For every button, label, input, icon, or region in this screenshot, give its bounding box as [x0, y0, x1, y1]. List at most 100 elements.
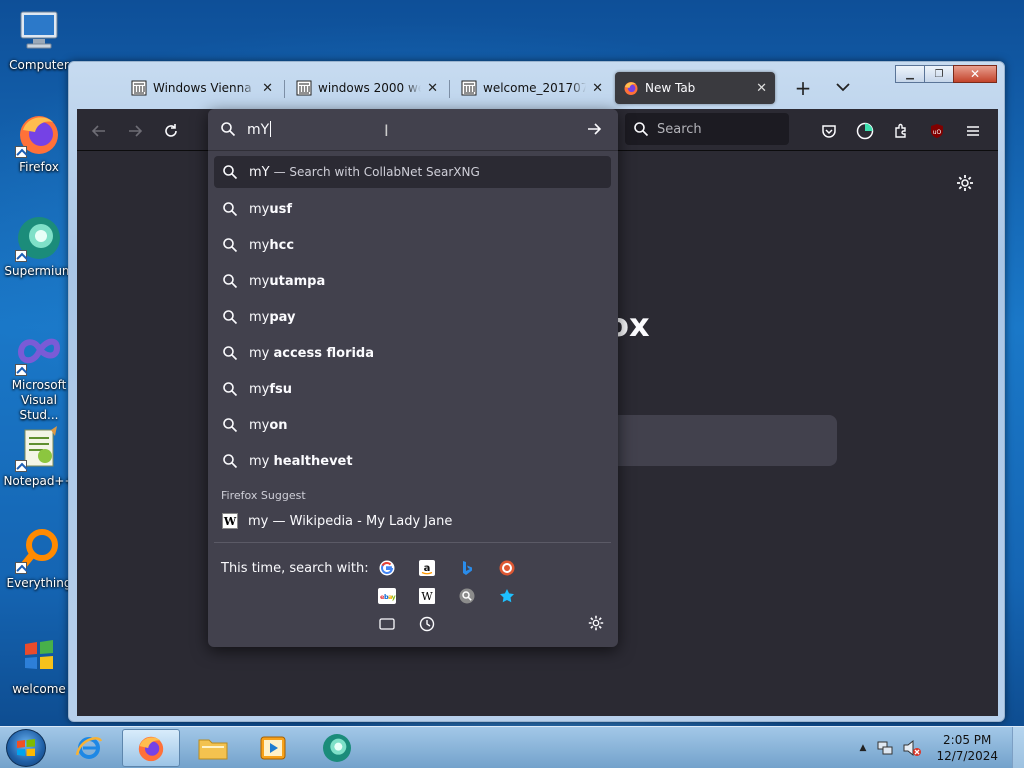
- account-sync-button[interactable]: [851, 117, 879, 145]
- show-hidden-icons-button[interactable]: ▲: [860, 743, 867, 753]
- search-suggestion[interactable]: my on: [214, 409, 611, 441]
- duckduckgo-icon: [499, 560, 515, 576]
- tab-separator: [449, 80, 450, 98]
- close-tab-icon[interactable]: ✕: [427, 81, 438, 96]
- desktop-icon-notepadpp[interactable]: Notepad++: [2, 424, 76, 489]
- desktop-icon-firefox[interactable]: Firefox: [2, 110, 76, 175]
- windows-logo-icon: [17, 739, 35, 756]
- engine-searx-button[interactable]: [457, 586, 477, 606]
- tab-windows-vienna[interactable]: Windows Vienna Ul ✕: [123, 72, 281, 104]
- forward-arrow-icon: [129, 125, 143, 137]
- close-tab-icon[interactable]: ✕: [592, 81, 603, 96]
- close-tab-icon[interactable]: ✕: [262, 81, 273, 96]
- taskbar-file-explorer[interactable]: [184, 729, 242, 767]
- extensions-button[interactable]: [887, 117, 915, 145]
- address-bar[interactable]: mY I: [208, 109, 618, 151]
- search-suggestion[interactable]: my utampa: [214, 265, 611, 297]
- engine-ebay-button[interactable]: ebay: [377, 586, 397, 606]
- suggestion-completion: fsu: [269, 381, 293, 397]
- pocket-button[interactable]: [815, 117, 843, 145]
- close-tab-icon[interactable]: ✕: [756, 81, 767, 96]
- ublock-origin-button[interactable]: uO: [923, 117, 951, 145]
- search-icon: [220, 121, 236, 140]
- wikipedia-suggestion[interactable]: W my — Wikipedia - My Lady Jane: [214, 505, 611, 537]
- text-caret: [270, 121, 272, 137]
- svg-text:uO: uO: [933, 129, 942, 136]
- engine-google-button[interactable]: [377, 558, 397, 578]
- search-icon: [222, 237, 238, 253]
- tab-welcome-2017[interactable]: welcome_20170717 ( ✕: [453, 72, 611, 104]
- engine-amazon-button[interactable]: a: [417, 558, 437, 578]
- firefox-icon: [624, 82, 638, 95]
- suggestion-completion: access florida: [273, 345, 375, 361]
- go-button[interactable]: [586, 121, 602, 140]
- tab-new-tab[interactable]: New Tab ✕: [615, 72, 775, 104]
- system-tray: ▲ 2:05 PM 12/7/2024: [860, 727, 1024, 768]
- search-icon: [222, 309, 238, 325]
- search-tabs-button[interactable]: [377, 614, 397, 634]
- reload-button[interactable]: [157, 117, 185, 145]
- search-suggestion[interactable]: my healthevet: [214, 445, 611, 477]
- wikipedia-icon: W: [222, 513, 238, 529]
- search-suggestion[interactable]: my access florida: [214, 337, 611, 369]
- show-desktop-button[interactable]: [1012, 727, 1024, 768]
- back-button[interactable]: [85, 117, 113, 145]
- search-settings-button[interactable]: [587, 614, 605, 635]
- search-icon: [222, 201, 238, 217]
- suggestion-completion: hcc: [269, 237, 295, 253]
- app-menu-button[interactable]: [959, 117, 987, 145]
- desktop-icon-computer[interactable]: Computer: [2, 8, 76, 73]
- media-player-icon: [260, 736, 286, 760]
- desktop-icon-welcome[interactable]: welcome: [2, 632, 76, 697]
- desktop-icon-supermium[interactable]: Supermium: [2, 214, 76, 279]
- firefox-icon: [138, 736, 164, 762]
- search-icon: [222, 453, 238, 469]
- search-icon: [222, 381, 238, 397]
- newtab-settings-button[interactable]: [955, 173, 975, 193]
- supermium-icon: [15, 214, 63, 262]
- shortcut-arrow-icon: [15, 250, 27, 262]
- tab-title: New Tab: [645, 81, 696, 95]
- pocket-icon: [822, 125, 836, 138]
- suggestion-typed-part: my: [249, 381, 270, 397]
- clock-time: 2:05 PM: [943, 733, 992, 747]
- search-suggestion[interactable]: my pay: [214, 301, 611, 333]
- suggestion-typed-part: my: [249, 273, 270, 289]
- forward-button[interactable]: [121, 117, 149, 145]
- wikipedia-icon: W: [419, 588, 435, 604]
- archive-icon: [131, 80, 147, 96]
- start-button[interactable]: [6, 729, 46, 767]
- heuristic-result[interactable]: mY — Search with CollabNet SearXNG: [214, 156, 611, 188]
- taskbar-internet-explorer[interactable]: [60, 729, 118, 767]
- newtab-search-bar[interactable]: [607, 415, 837, 466]
- search-icon: [222, 273, 238, 289]
- engine-wikipedia-button[interactable]: W: [417, 586, 437, 606]
- network-icon[interactable]: [876, 739, 894, 757]
- visual-studio-icon: [15, 328, 63, 376]
- engine-star-button[interactable]: [497, 586, 517, 606]
- taskbar-firefox[interactable]: [122, 729, 180, 767]
- clock[interactable]: 2:05 PM 12/7/2024: [936, 732, 998, 764]
- tab-windows-2000[interactable]: windows 2000 welco ✕: [288, 72, 446, 104]
- heuristic-suffix: — Search with CollabNet SearXNG: [273, 165, 480, 179]
- engine-duckduckgo-button[interactable]: [497, 558, 517, 578]
- archive-icon: [296, 80, 312, 96]
- bing-icon: [463, 561, 472, 575]
- search-history-button[interactable]: [417, 614, 437, 634]
- volume-muted-icon[interactable]: [902, 739, 922, 757]
- new-tab-button[interactable]: +: [789, 76, 817, 102]
- account-circle-icon: [856, 122, 874, 140]
- search-suggestion[interactable]: my hcc: [214, 229, 611, 261]
- desktop-icon-visual-studio[interactable]: Microsoft Visual Stud...: [2, 328, 76, 423]
- taskbar-media-player[interactable]: [244, 729, 302, 767]
- search-suggestion[interactable]: my fsu: [214, 373, 611, 405]
- desktop-icon-everything[interactable]: Everything: [2, 526, 76, 591]
- taskbar-supermium[interactable]: [308, 729, 366, 767]
- search-input[interactable]: Search: [625, 113, 789, 145]
- list-all-tabs-button[interactable]: [829, 76, 857, 102]
- engine-bing-button[interactable]: [457, 558, 477, 578]
- suggestion-typed-part: my: [249, 345, 274, 361]
- search-suggestion[interactable]: my usf: [214, 193, 611, 225]
- shortcut-arrow-icon: [15, 146, 27, 158]
- suggestion-completion: usf: [269, 201, 293, 217]
